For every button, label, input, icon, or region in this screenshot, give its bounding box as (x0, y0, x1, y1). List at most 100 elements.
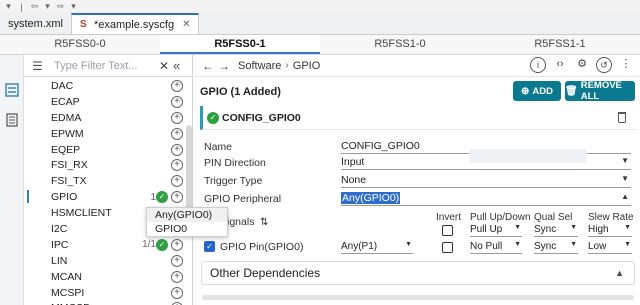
gpio-peripheral-row: GPIO Peripheral Any(GPIO0) ▲ (204, 191, 634, 207)
filter-input[interactable]: Type Filter Text... (48, 60, 159, 72)
panel-title: GPIO (1 Added) (200, 86, 281, 98)
add-module-icon[interactable]: + (171, 143, 183, 156)
list-item[interactable]: ECAP + (24, 94, 186, 110)
add-module-icon[interactable]: + (171, 79, 183, 92)
gpio-peripheral-select[interactable]: Any(GPIO0) ▲ (341, 192, 631, 206)
left-icon-bar (0, 55, 24, 305)
ghost-button (469, 149, 587, 163)
history-icon[interactable]: ↺ (596, 57, 612, 73)
add-module-icon[interactable]: + (171, 238, 183, 251)
add-module-icon[interactable]: + (171, 159, 183, 172)
module-label: ECAP (51, 95, 80, 108)
close-icon[interactable]: ✕ (182, 19, 190, 30)
list-item[interactable]: FSI_RX + (24, 157, 186, 173)
slew-all-select[interactable]: High ▼ (588, 224, 632, 237)
calculator-icon[interactable] (5, 113, 19, 127)
invert-checkbox[interactable] (442, 242, 453, 253)
qual-all-value: Sync (534, 224, 557, 235)
nav-bar: ← → Software › GPIO i ‹› ⚙ ↺ ⋮ (194, 55, 640, 77)
delete-icon[interactable] (618, 112, 626, 123)
list-item[interactable]: FSI_TX + (24, 173, 186, 189)
check-icon: ✓ (156, 191, 168, 204)
list-item[interactable]: EDMA + (24, 110, 186, 126)
chip-icon[interactable]: ⚙ (574, 57, 590, 73)
pull-all-select[interactable]: Pull Up ▼ (470, 224, 522, 237)
tab-r5fss1-0[interactable]: R5FSS1-0 (320, 35, 480, 54)
list-item[interactable]: MCAN + (24, 269, 186, 285)
add-module-icon[interactable]: + (171, 286, 183, 299)
list-item[interactable]: IPC 1/1 ✓ + (24, 237, 186, 253)
list-item[interactable]: MCSPI + (24, 285, 186, 301)
chevron-up-icon: ▲ (615, 268, 624, 278)
dropdown-option[interactable]: GPIO0 (147, 222, 227, 236)
trigger-type-label: Trigger Type (204, 175, 263, 187)
pin-direction-label: PIN Direction (204, 157, 266, 169)
module-count: 1/1 (142, 239, 156, 251)
list-item[interactable]: MMCSD+ (24, 300, 186, 305)
editor-tabs: system.xml S *example.syscfg ✕ (0, 13, 640, 35)
chevron-up-icon: ▲ (621, 192, 629, 201)
chevron-down-icon: ▼ (570, 224, 577, 231)
list-item[interactable]: LIN + (24, 253, 186, 269)
list-item[interactable]: GPIO 1 ✓ + (24, 189, 186, 205)
slew-all-value: High (588, 224, 609, 235)
tab-r5fss1-1[interactable]: R5FSS1-1 (480, 35, 640, 54)
chevron-down-icon: ▼ (624, 224, 631, 231)
collapse-icon[interactable]: « (173, 58, 189, 73)
module-label: DAC (51, 79, 74, 92)
module-label: MCAN (51, 270, 82, 283)
list-item[interactable]: EPWM + (24, 126, 186, 142)
back-arrow-icon[interactable]: ← (200, 59, 216, 73)
add-module-icon[interactable]: + (171, 127, 183, 140)
qual-all-select[interactable]: Sync ▼ (534, 224, 578, 237)
info-icon[interactable]: i (530, 57, 546, 73)
add-button[interactable]: ⊕ ADD (513, 81, 561, 101)
remove-all-button[interactable]: 🗑 REMOVE ALL (565, 80, 635, 102)
back-arrow-icon[interactable]: ⇦ (29, 1, 40, 12)
breadcrumb-leaf: GPIO (292, 59, 321, 72)
add-module-icon[interactable]: + (171, 270, 183, 283)
breadcrumb-root[interactable]: Software (238, 60, 281, 72)
add-module-icon[interactable]: + (171, 111, 183, 124)
tab-r5fss0-1[interactable]: R5FSS0-1 (160, 35, 320, 54)
core-tabs: R5FSS0-0 R5FSS0-1 R5FSS1-0 R5FSS1-1 (0, 35, 640, 55)
slew-select[interactable]: Low ▼ (588, 241, 632, 254)
slew-header: Slew Rate (588, 212, 634, 223)
add-module-icon[interactable]: + (171, 254, 183, 267)
view-tools: i ‹› ⚙ ↺ ⋮ (530, 57, 634, 73)
module-list-icon[interactable] (5, 83, 19, 97)
other-dependencies-section[interactable]: Other Dependencies ▲ (201, 261, 635, 285)
list-item[interactable]: DAC + (24, 78, 186, 94)
invert-all-checkbox[interactable] (442, 225, 453, 236)
more-icon[interactable]: ⋮ (618, 57, 634, 73)
chevron-down-icon[interactable]: ▾ (42, 1, 53, 12)
qual-select[interactable]: Sync ▼ (534, 241, 578, 254)
module-label: EDMA (51, 111, 82, 124)
add-module-icon[interactable]: + (171, 95, 183, 108)
gpio-pin-select[interactable]: Any(P1) ▼ (341, 241, 413, 254)
forward-arrow-icon[interactable]: ⇨ (55, 1, 66, 12)
chevron-down-icon[interactable]: ▾ (3, 1, 14, 12)
add-module-icon[interactable]: + (171, 175, 183, 188)
trigger-type-select[interactable]: None ▼ (341, 174, 631, 188)
horizontal-scrollbar[interactable] (202, 295, 634, 300)
tab-r5fss0-0[interactable]: R5FSS0-0 (0, 35, 160, 54)
clear-filter-icon[interactable]: ✕ (159, 59, 173, 73)
add-module-icon[interactable]: + (171, 191, 183, 204)
name-label: Name (204, 141, 233, 153)
forward-arrow-icon[interactable]: → (216, 59, 232, 73)
chevron-down-icon[interactable]: ▾ (68, 1, 79, 12)
pull-select[interactable]: No Pull ▼ (470, 241, 522, 254)
dropdown-option[interactable]: Any(GPIO0) (147, 208, 227, 222)
sort-icon[interactable]: ⇅ (260, 217, 268, 228)
gpio-pin-checkbox[interactable]: ✓ (204, 241, 215, 252)
qual-value: Sync (534, 241, 557, 252)
code-icon[interactable]: ‹› (552, 57, 568, 73)
tab-system-xml[interactable]: system.xml (0, 13, 71, 34)
invert-header: Invert (436, 212, 462, 223)
tab-example-syscfg[interactable]: S *example.syscfg ✕ (71, 13, 200, 34)
module-label: EQEP (51, 143, 81, 156)
trigger-type-row: Trigger Type None ▼ (204, 173, 634, 189)
list-item[interactable]: EQEP + (24, 142, 186, 158)
config-instance-header[interactable]: ✓ CONFIG_GPIO0 (200, 106, 636, 130)
